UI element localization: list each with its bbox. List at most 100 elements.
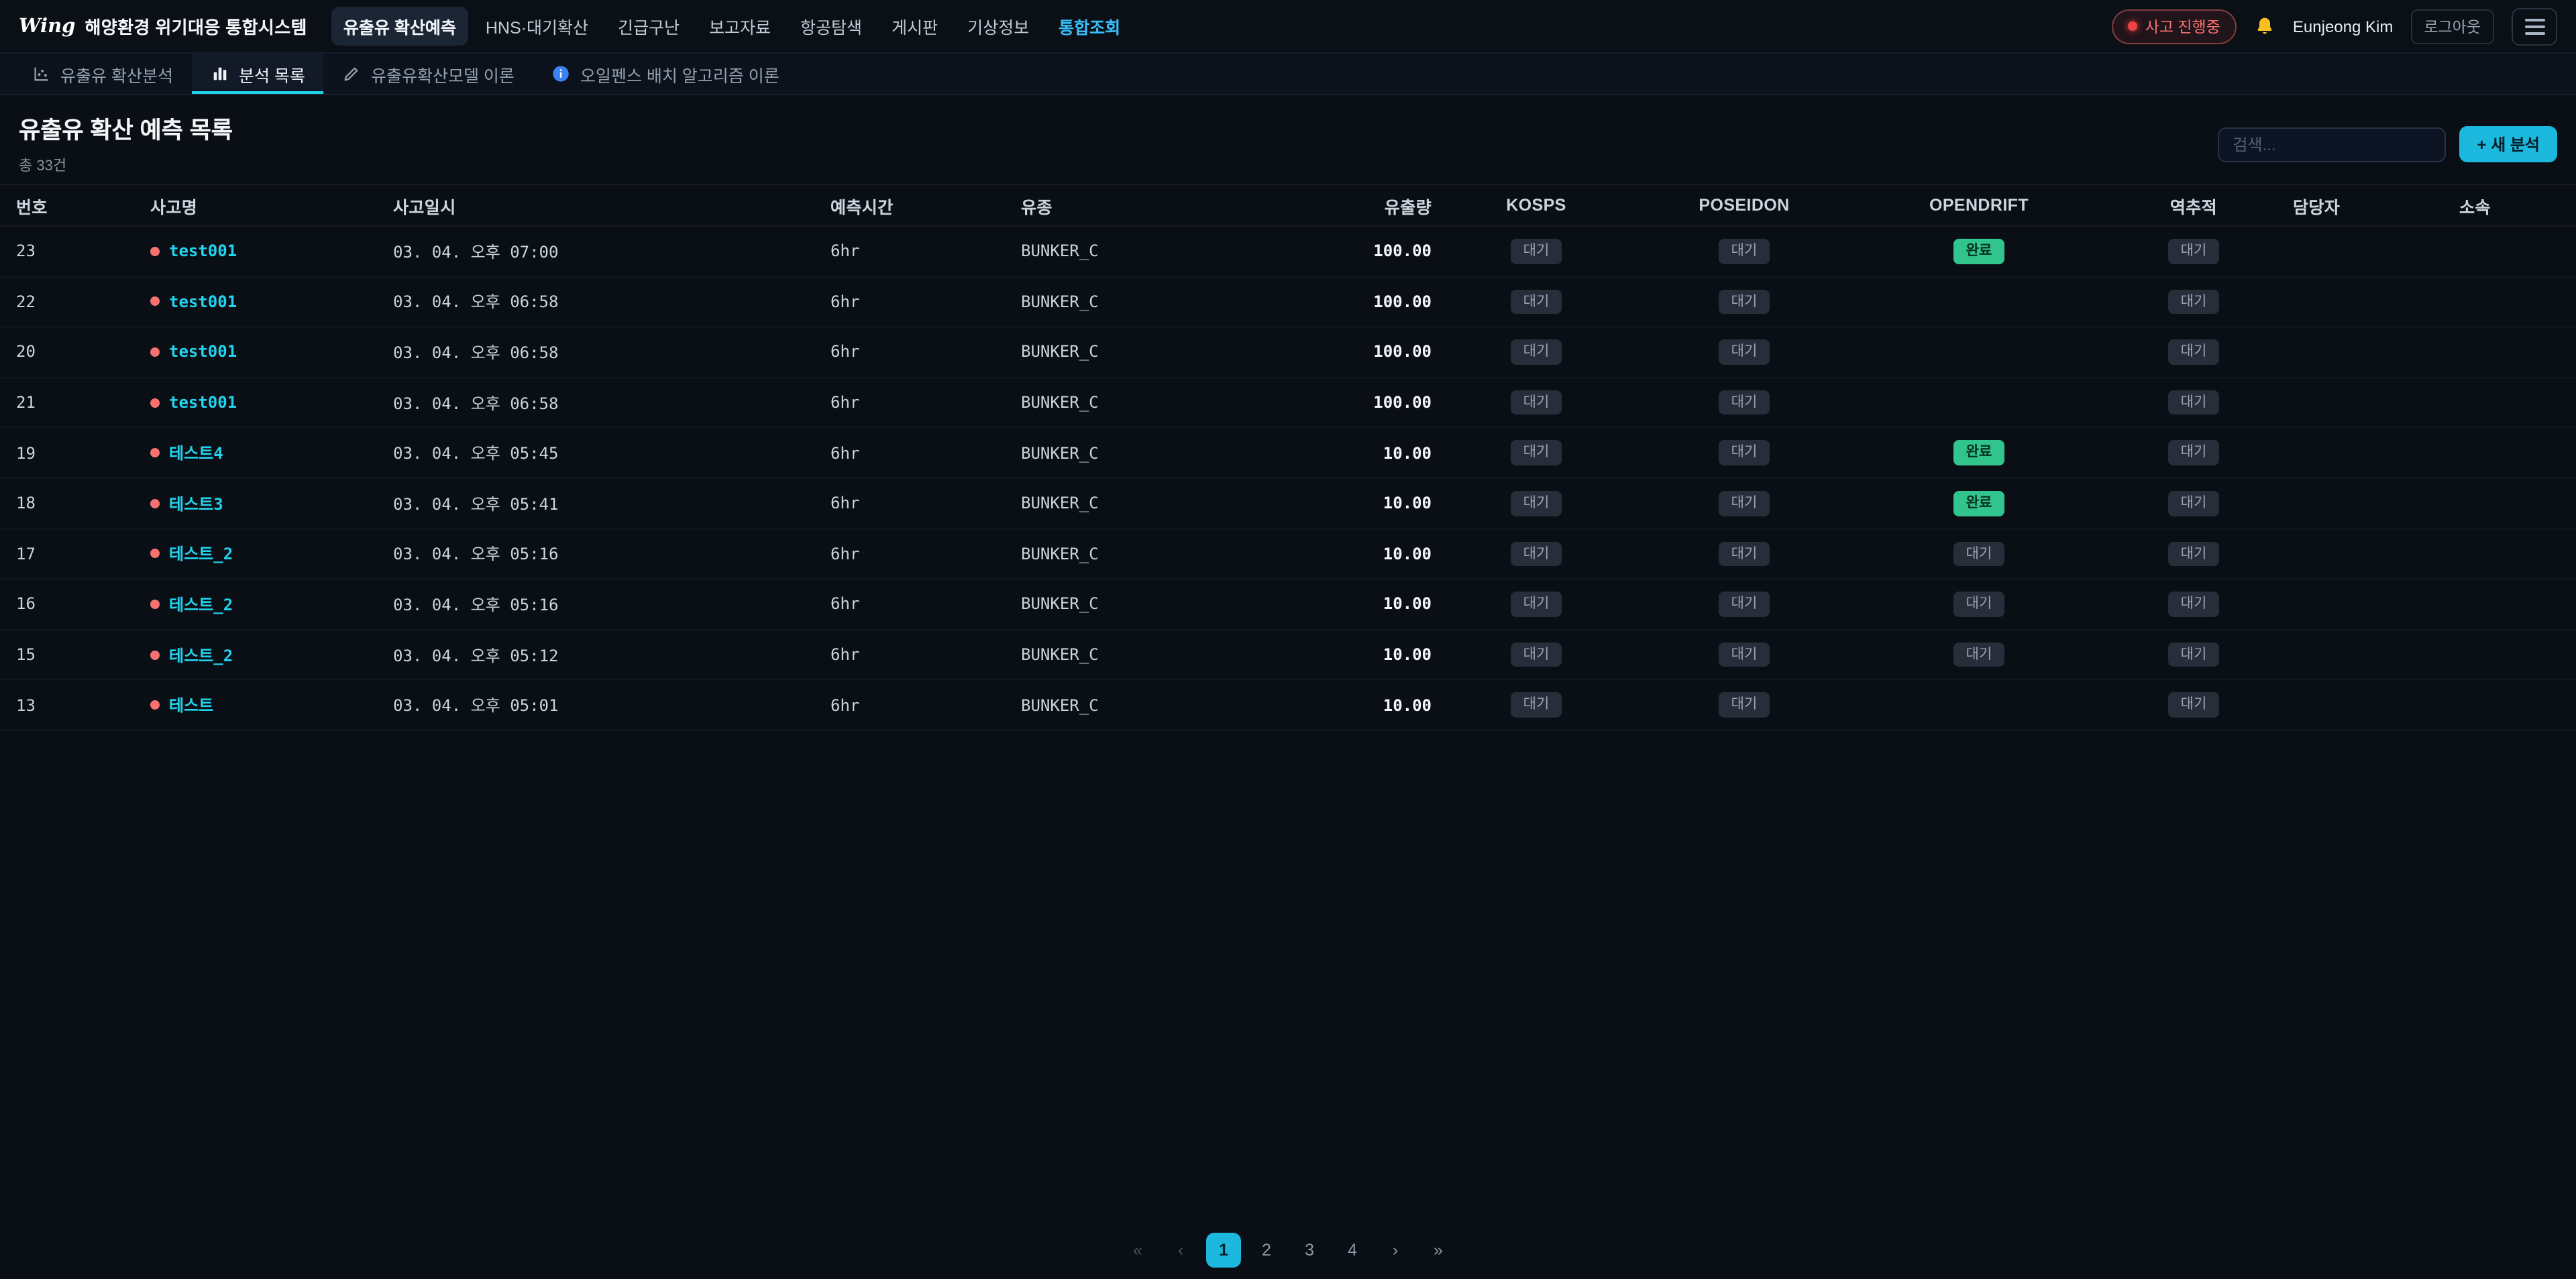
next-page-button[interactable]: › bbox=[1378, 1232, 1413, 1267]
page-1-button[interactable]: 1 bbox=[1206, 1232, 1241, 1267]
cell-amount: 10.00 bbox=[1261, 494, 1442, 513]
cell-datetime: 03. 04. 오후 05:41 bbox=[382, 492, 825, 515]
cell-kosps: 대기 bbox=[1442, 592, 1630, 616]
tab-4[interactable]: 오일펜스 배치 알고리즘 이론 bbox=[533, 54, 798, 94]
status-badge: 대기 bbox=[1511, 643, 1562, 667]
hamburger-menu-icon[interactable] bbox=[2512, 7, 2557, 45]
cell-kosps: 대기 bbox=[1442, 541, 1630, 566]
cell-name: test001 bbox=[134, 242, 382, 261]
cell-forecast: 6hr bbox=[825, 645, 1013, 664]
status-badge: 대기 bbox=[1719, 693, 1770, 718]
cell-oil: BUNKER_C bbox=[1013, 242, 1261, 261]
cell-oil: BUNKER_C bbox=[1013, 443, 1261, 462]
status-badge: 대기 bbox=[1511, 541, 1562, 566]
cell-forecast: 6hr bbox=[825, 696, 1013, 714]
column-header-datetime: 사고일시 bbox=[382, 192, 825, 218]
incident-dot bbox=[150, 247, 160, 256]
status-badge: 대기 bbox=[1511, 491, 1562, 516]
logout-button[interactable]: 로그아웃 bbox=[2410, 9, 2494, 44]
last-page-button[interactable]: » bbox=[1421, 1232, 1456, 1267]
page-4-button[interactable]: 4 bbox=[1335, 1232, 1370, 1267]
incident-link[interactable]: test001 bbox=[169, 393, 237, 412]
incident-link[interactable]: test001 bbox=[169, 292, 237, 311]
table-row: 19테스트403. 04. 오후 05:456hrBUNKER_C10.00대기… bbox=[0, 429, 2576, 479]
incident-link[interactable]: 테스트 bbox=[169, 693, 213, 716]
cell-backtrack: 대기 bbox=[2100, 491, 2288, 516]
nav-item-4[interactable]: 보고자료 bbox=[697, 7, 783, 46]
status-badge: 대기 bbox=[1719, 643, 1770, 667]
incident-link[interactable]: 테스트_2 bbox=[169, 643, 233, 666]
cell-amount: 100.00 bbox=[1261, 393, 1442, 412]
status-badge: 대기 bbox=[2169, 339, 2219, 364]
pen-line-icon bbox=[343, 64, 362, 83]
brand[interactable]: Wing 해양환경 위기대응 통합시스템 bbox=[19, 13, 307, 39]
notification-bell-icon[interactable] bbox=[2254, 15, 2275, 37]
cell-backtrack: 대기 bbox=[2100, 592, 2288, 616]
cell-kosps: 대기 bbox=[1442, 643, 1630, 667]
incident-status-label: 사고 진행중 bbox=[2145, 15, 2220, 37]
search-input[interactable] bbox=[2218, 127, 2446, 162]
cell-poseidon: 대기 bbox=[1630, 491, 1858, 516]
cell-datetime: 03. 04. 오후 05:16 bbox=[382, 593, 825, 616]
prev-page-button[interactable]: ‹ bbox=[1163, 1232, 1198, 1267]
page-head-left: 유출유 확산 예측 목록 총 33건 bbox=[19, 113, 233, 176]
cell-amount: 10.00 bbox=[1261, 443, 1442, 462]
nav-item-7[interactable]: 기상정보 bbox=[955, 7, 1041, 46]
cell-backtrack: 대기 bbox=[2100, 239, 2288, 264]
nav-item-2[interactable]: HNS·대기확산 bbox=[474, 7, 600, 46]
status-badge: 대기 bbox=[1954, 643, 2004, 667]
status-badge: 대기 bbox=[1511, 239, 1562, 264]
incident-link[interactable]: test001 bbox=[169, 242, 237, 261]
cell-opendrift: 대기 bbox=[1858, 541, 2100, 566]
tab-3[interactable]: 유출유확산모델 이론 bbox=[324, 54, 533, 94]
cell-no: 18 bbox=[0, 494, 134, 513]
cell-forecast: 6hr bbox=[825, 343, 1013, 362]
incident-link[interactable]: 테스트4 bbox=[169, 441, 223, 464]
nav-item-1[interactable]: 유출유 확산예측 bbox=[331, 7, 468, 46]
cell-oil: BUNKER_C bbox=[1013, 645, 1261, 664]
cell-forecast: 6hr bbox=[825, 595, 1013, 614]
status-badge: 대기 bbox=[1954, 592, 2004, 616]
page-head: 유출유 확산 예측 목록 총 33건 + 새 분석 bbox=[0, 95, 2576, 184]
cell-no: 17 bbox=[0, 545, 134, 563]
cell-no: 13 bbox=[0, 696, 134, 714]
cell-amount: 10.00 bbox=[1261, 645, 1442, 664]
status-badge: 대기 bbox=[2169, 693, 2219, 718]
tab-2[interactable]: 분석 목록 bbox=[192, 54, 324, 94]
table-row: 17테스트_203. 04. 오후 05:166hrBUNKER_C10.00대… bbox=[0, 529, 2576, 579]
cell-oil: BUNKER_C bbox=[1013, 545, 1261, 563]
cell-amount: 100.00 bbox=[1261, 292, 1442, 311]
top-bar-right: 사고 진행중 Eunjeong Kim 로그아웃 bbox=[2112, 7, 2557, 45]
cell-backtrack: 대기 bbox=[2100, 289, 2288, 314]
column-header-backtrack: 역추적 bbox=[2100, 192, 2288, 218]
tab-1[interactable]: 유출유 확산분석 bbox=[13, 54, 192, 94]
status-badge: 대기 bbox=[1954, 541, 2004, 566]
cell-oil: BUNKER_C bbox=[1013, 343, 1261, 362]
incident-link[interactable]: test001 bbox=[169, 343, 237, 362]
cell-poseidon: 대기 bbox=[1630, 289, 1858, 314]
status-badge: 완료 bbox=[1954, 491, 2004, 516]
status-badge: 대기 bbox=[1719, 592, 1770, 616]
nav-item-6[interactable]: 게시판 bbox=[879, 7, 950, 46]
list-controls: + 새 분석 bbox=[2218, 126, 2557, 162]
nav-item-5[interactable]: 항공탐색 bbox=[788, 7, 874, 46]
nav-item-8[interactable]: 통합조회 bbox=[1046, 7, 1132, 46]
incident-status-dot bbox=[2128, 21, 2137, 31]
cell-name: 테스트_2 bbox=[134, 643, 382, 666]
page-2-button[interactable]: 2 bbox=[1249, 1232, 1284, 1267]
first-page-button[interactable]: « bbox=[1120, 1232, 1155, 1267]
incident-link[interactable]: 테스트_2 bbox=[169, 543, 233, 565]
cell-no: 16 bbox=[0, 595, 134, 614]
page-3-button[interactable]: 3 bbox=[1292, 1232, 1327, 1267]
status-badge: 대기 bbox=[1511, 390, 1562, 415]
incident-link[interactable]: 테스트_2 bbox=[169, 593, 233, 616]
cell-datetime: 03. 04. 오후 05:45 bbox=[382, 441, 825, 464]
incident-link[interactable]: 테스트3 bbox=[169, 492, 223, 515]
cell-kosps: 대기 bbox=[1442, 441, 1630, 465]
incident-status-badge[interactable]: 사고 진행중 bbox=[2112, 9, 2237, 44]
nav-item-3[interactable]: 긴급구난 bbox=[606, 7, 692, 46]
column-header-opendrift: OPENDRIFT bbox=[1858, 196, 2100, 215]
tab-label: 유출유 확산분석 bbox=[60, 61, 173, 87]
new-analysis-button[interactable]: + 새 분석 bbox=[2459, 126, 2557, 162]
column-header-no: 번호 bbox=[0, 192, 134, 218]
